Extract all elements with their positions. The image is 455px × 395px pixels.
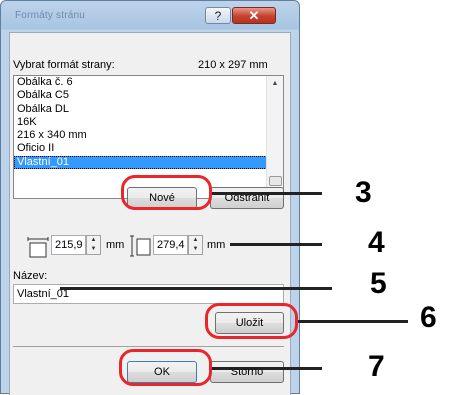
close-button[interactable]: ✕ [232,7,276,24]
height-icon [130,235,151,257]
dialog-body: Vybrat formát strany: 210 x 297 mm Obálk… [9,32,291,395]
callout-line-4 [230,243,322,246]
list-item[interactable]: Obálka C5 [14,89,283,102]
width-unit: mm [106,239,125,251]
list-item[interactable]: Vlastní_01 [14,155,283,170]
width-stepper[interactable]: ▲ ▼ [86,235,101,255]
list-item[interactable]: Obálka DL [14,103,283,116]
divider [13,346,284,347]
highlight-ring-new [121,175,212,210]
dialog-title: Formáty stránu [15,10,86,21]
format-size-readout: 210 x 297 mm [198,59,268,71]
width-icon [27,237,49,258]
spin-up-icon[interactable]: ▲ [87,236,100,245]
help-icon: ? [214,8,222,23]
name-label: Název: [13,270,48,282]
title-bar: Formáty stránu ? ✕ [1,1,299,31]
spin-down-icon[interactable]: ▼ [87,245,100,254]
callout-line-3 [212,192,322,195]
list-item[interactable]: Obálka č. 6 [14,76,283,89]
help-button[interactable]: ? [205,7,231,24]
list-scrollbar[interactable]: ▲ ▼ [266,76,283,198]
callout-line-5 [60,287,332,290]
close-icon: ✕ [248,7,260,23]
scroll-up-icon[interactable]: ▲ [267,76,283,90]
callout-line-7 [212,367,322,370]
cancel-button[interactable]: Storno [210,361,284,383]
highlight-ring-ok [119,349,212,386]
width-input[interactable]: 215,9 [51,235,86,255]
list-item[interactable]: 16K [14,116,283,129]
list-item[interactable]: Oficio II [14,142,283,155]
format-list-label: Vybrat formát strany: [13,59,115,71]
callout-3: 3 [355,176,372,209]
callout-6: 6 [420,301,437,334]
height-unit: mm [207,239,226,251]
height-stepper[interactable]: ▲ ▼ [188,235,203,255]
spin-down-icon[interactable]: ▼ [189,245,202,254]
highlight-ring-save [205,303,298,339]
callout-5: 5 [370,267,387,300]
height-input[interactable]: 279,4 [153,235,188,255]
callout-4: 4 [368,226,385,259]
callout-7: 7 [368,350,385,383]
list-item[interactable]: 216 x 340 mm [14,129,283,142]
spin-up-icon[interactable]: ▲ [189,236,202,245]
callout-line-6 [298,320,408,323]
delete-button[interactable]: Odstranit [210,187,284,209]
